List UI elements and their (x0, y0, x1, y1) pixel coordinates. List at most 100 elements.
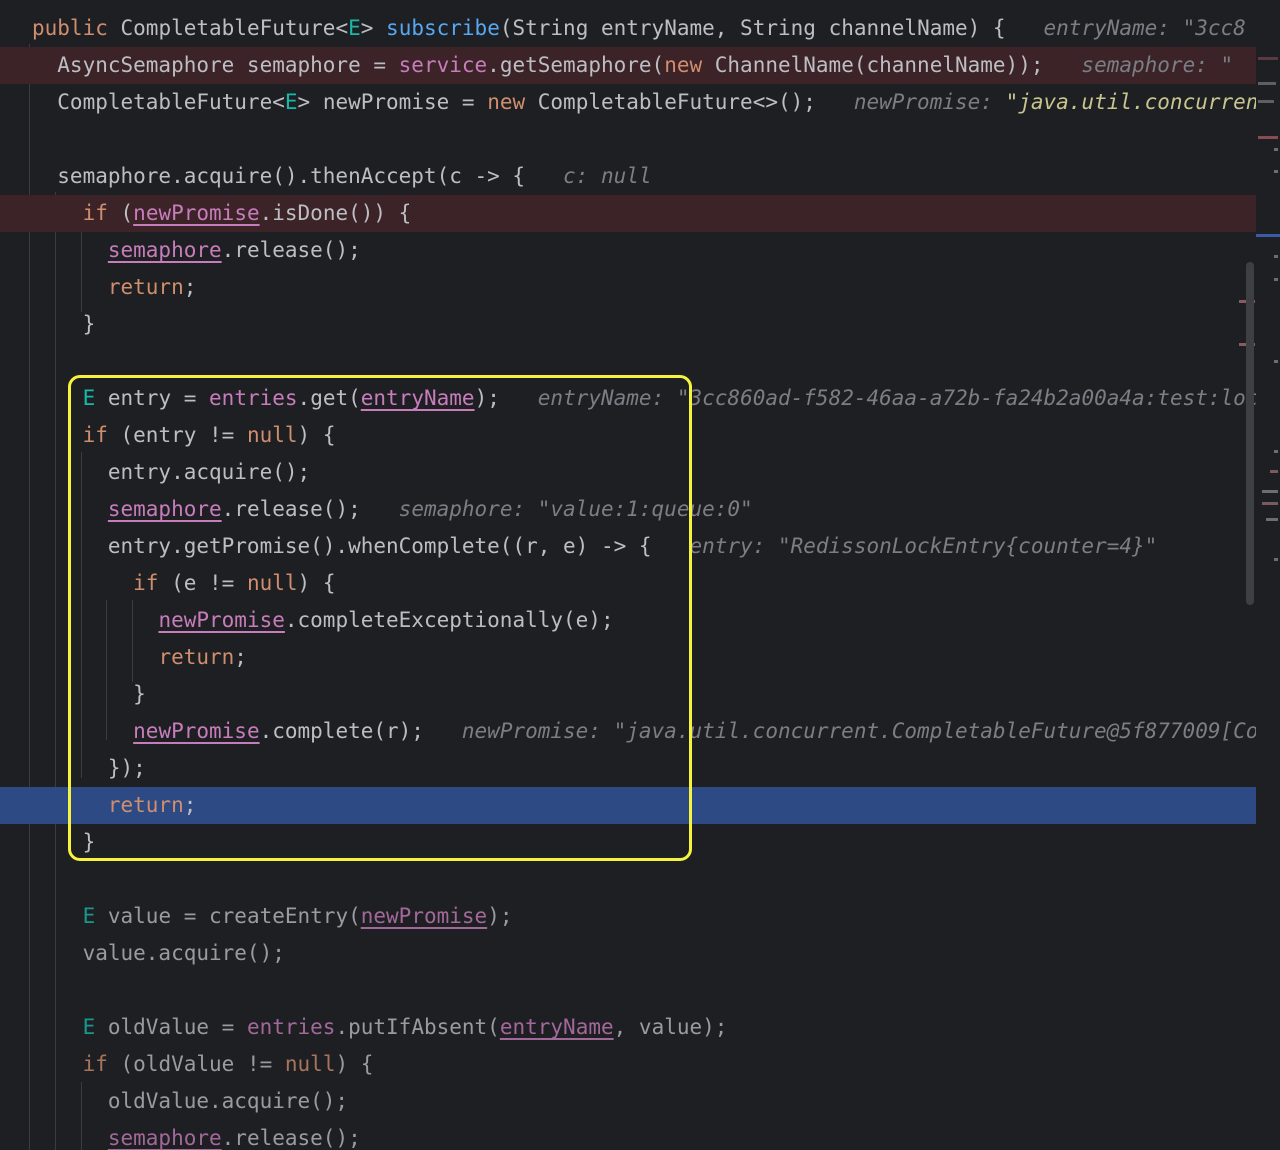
code-token: entries (246, 1015, 336, 1039)
inline-debug-value: "java.util.concurrent.CompletableFuture@… (613, 719, 1256, 743)
code-line[interactable]: public CompletableFuture<E> subscribe(St… (0, 10, 1256, 47)
code-line[interactable]: semaphore.acquire().thenAccept(c -> { c:… (0, 158, 1256, 195)
code-line[interactable]: newPromise.complete(r); newPromise: "jav… (0, 713, 1256, 750)
code-token: entryName (499, 1015, 614, 1039)
code-token: }); (32, 756, 146, 780)
code-token: (e != (171, 571, 247, 595)
code-line[interactable]: oldValue.acquire(); (0, 1083, 1256, 1120)
code-line[interactable]: if (entry != null) { (0, 417, 1256, 454)
code-token: entries (209, 386, 298, 410)
code-token: if (82, 423, 121, 447)
inline-debug-value: "java.util.concurrent.C (1005, 90, 1256, 114)
code-token: (oldValue != (120, 1052, 285, 1076)
code-line[interactable]: if (e != null) { (0, 565, 1256, 602)
code-token: E (82, 904, 96, 928)
code-token: .get( (297, 386, 361, 410)
change-marker (1274, 170, 1278, 173)
code-token: return (107, 275, 184, 299)
code-line[interactable]: semaphore.release(); semaphore: "value:1… (0, 491, 1256, 528)
code-line[interactable]: } (0, 306, 1256, 343)
inline-debug-value: semaphore: (398, 497, 538, 521)
code-token: oldValue.acquire(); (32, 1089, 349, 1113)
change-marker (1262, 490, 1278, 493)
code-line[interactable]: E value = createEntry(newPromise); (0, 898, 1256, 935)
code-token: ChannelName(channelName)); (714, 53, 1082, 77)
inline-debug-value: semaphore: " (1081, 53, 1234, 77)
code-token: ; (183, 275, 197, 299)
code-line[interactable]: entry.getPromise().whenComplete((r, e) -… (0, 528, 1256, 565)
code-token: .completeExceptionally(e); (284, 608, 614, 632)
code-token: > (360, 16, 387, 40)
scrollbar-track[interactable] (1256, 0, 1280, 1150)
code-line[interactable]: semaphore.release(); (0, 1120, 1256, 1150)
code-line[interactable]: AsyncSemaphore semaphore = service.getSe… (0, 47, 1256, 84)
caret-marker (1256, 234, 1280, 237)
change-marker (1266, 518, 1278, 521)
code-token: } (32, 312, 96, 336)
code-line[interactable]: E entry = entries.get(entryName); entryN… (0, 380, 1256, 417)
code-line[interactable] (0, 972, 1256, 1009)
code-token: null (246, 423, 298, 447)
code-line[interactable] (0, 861, 1256, 898)
code-token: > newPromise = (297, 90, 488, 114)
code-token: return (158, 645, 235, 669)
code-token: ( (120, 201, 134, 225)
code-token: new (487, 90, 538, 114)
change-marker (1274, 558, 1278, 561)
code-token: semaphore.acquire().thenAccept(c -> { (32, 164, 564, 188)
code-token: new (664, 53, 715, 77)
code-line[interactable]: if (oldValue != null) { (0, 1046, 1256, 1083)
code-line[interactable] (0, 343, 1256, 380)
code-token: E (82, 386, 96, 410)
code-editor[interactable]: public CompletableFuture<E> subscribe(St… (0, 0, 1256, 1150)
change-marker (1274, 278, 1278, 281)
code-line[interactable] (0, 121, 1256, 158)
code-token: .isDone()) { (259, 201, 412, 225)
code-line[interactable]: CompletableFuture<E> newPromise = new Co… (0, 84, 1256, 121)
code-line[interactable]: }); (0, 750, 1256, 787)
change-marker (1258, 100, 1274, 103)
code-line[interactable]: return; (0, 269, 1256, 306)
code-line[interactable]: semaphore.release(); (0, 232, 1256, 269)
scrollbar-thumb[interactable] (1246, 262, 1254, 605)
code-line[interactable]: value.acquire(); (0, 935, 1256, 972)
code-token: newPromise (360, 904, 488, 928)
code-token: ) { (297, 423, 336, 447)
inline-debug-value: c: null (563, 164, 652, 188)
code-token: .putIfAbsent( (335, 1015, 500, 1039)
code-line[interactable]: return; (0, 787, 1256, 824)
code-token: value.acquire(); (32, 941, 285, 965)
code-token: ); (474, 386, 538, 410)
code-token: ) { (335, 1052, 374, 1076)
code-token: semaphore (107, 497, 222, 521)
code-token: E (284, 90, 298, 114)
code-token: ; (183, 793, 197, 817)
code-token: CompletableFuture< (120, 16, 349, 40)
code-token: E (348, 16, 361, 40)
code-token: } (32, 830, 96, 854)
code-line[interactable]: } (0, 676, 1256, 713)
inline-debug-value: newPromise: (461, 719, 614, 743)
code-token: null (246, 571, 298, 595)
code-token: public (32, 16, 121, 40)
code-token: newPromise (133, 201, 260, 225)
code-line[interactable]: newPromise.completeExceptionally(e); (0, 602, 1256, 639)
inline-debug-value: newPromise: (853, 90, 1006, 114)
inline-debug-value: "value:1:queue:0" (537, 497, 753, 521)
code-line[interactable]: E oldValue = entries.putIfAbsent(entryNa… (0, 1009, 1256, 1046)
code-line[interactable]: return; (0, 639, 1256, 676)
code-line[interactable]: } (0, 824, 1256, 861)
inline-debug-value: "3cc860ad-f582-46aa-a72b-fa24b2a00a4a:te… (676, 386, 1256, 410)
code-line[interactable]: if (newPromise.isDone()) { (0, 195, 1256, 232)
code-token: if (82, 201, 121, 225)
inline-debug-value: "RedissonLockEntry{counter=4}" (777, 534, 1158, 558)
code-line[interactable]: entry.acquire(); (0, 454, 1256, 491)
code-token: ) { (297, 571, 336, 595)
change-marker (1274, 148, 1278, 151)
